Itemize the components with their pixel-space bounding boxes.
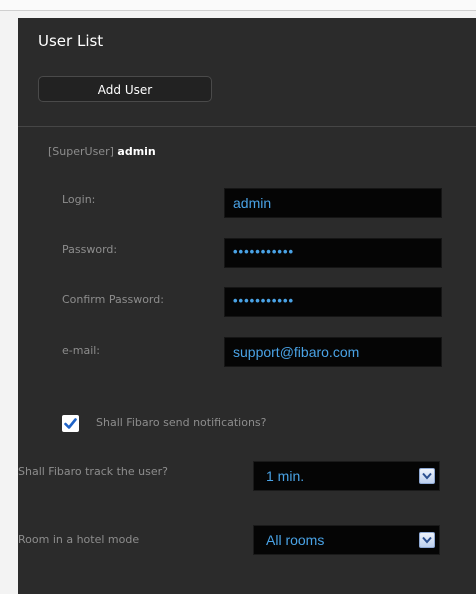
- confirm-password-label: Confirm Password:: [62, 293, 164, 306]
- hotel-mode-dropdown-button[interactable]: [419, 532, 435, 548]
- password-field[interactable]: •••••••••••: [224, 238, 442, 268]
- tracking-selected-value: 1 min.: [266, 468, 305, 484]
- add-user-button[interactable]: Add User: [38, 76, 212, 102]
- hotel-mode-label: Room in a hotel mode: [18, 533, 140, 546]
- password-label: Password:: [62, 243, 118, 256]
- user-header: [SuperUser] admin: [48, 145, 156, 158]
- login-label: Login:: [62, 193, 96, 206]
- page-title: User List: [38, 32, 104, 50]
- chevron-down-icon: [422, 536, 432, 544]
- check-icon: [64, 418, 77, 429]
- login-field[interactable]: admin: [224, 188, 442, 218]
- tracking-select[interactable]: 1 min.: [253, 461, 440, 491]
- chevron-down-icon: [422, 472, 432, 480]
- hotel-mode-select[interactable]: All rooms: [253, 525, 440, 555]
- hotel-mode-selected-value: All rooms: [266, 532, 325, 548]
- top-border: [0, 0, 476, 11]
- tracking-label: Shall Fibaro track the user?: [18, 465, 168, 478]
- email-label: e-mail:: [62, 344, 101, 357]
- user-name: admin: [117, 145, 156, 158]
- notifications-label: Shall Fibaro send notifications?: [96, 416, 267, 429]
- tracking-dropdown-button[interactable]: [419, 468, 435, 484]
- divider: [18, 126, 476, 127]
- user-list-panel: User List Add User [SuperUser] admin Log…: [18, 18, 476, 594]
- notifications-checkbox[interactable]: [62, 415, 79, 432]
- email-field[interactable]: support@fibaro.com: [224, 337, 442, 367]
- confirm-password-field[interactable]: •••••••••••: [224, 287, 442, 317]
- user-role-tag: [SuperUser]: [48, 145, 114, 158]
